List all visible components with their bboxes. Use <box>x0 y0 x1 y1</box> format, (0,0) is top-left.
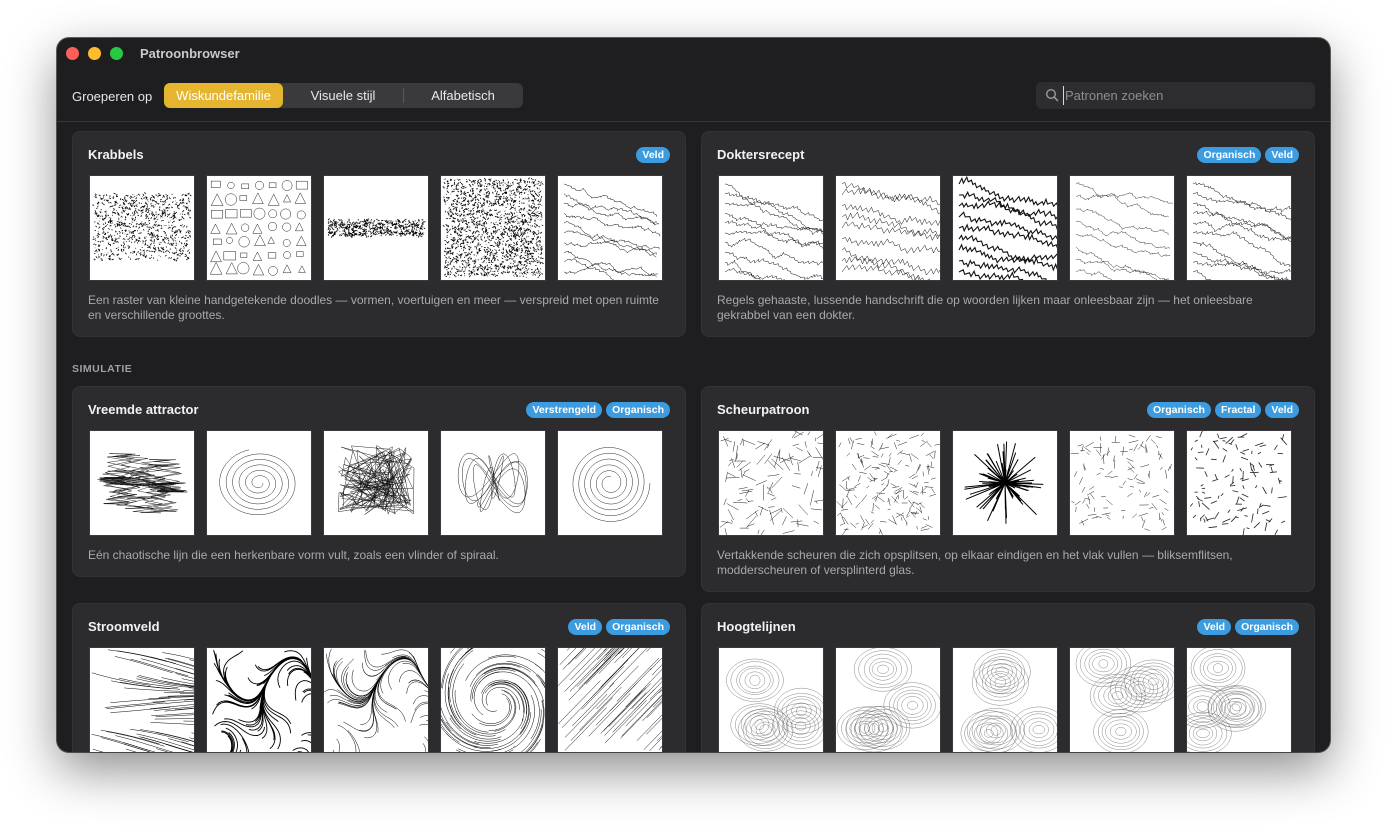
pattern-card-scheurpatroon[interactable]: Scheurpatroon Organisch Fractal Veld Vertakk… <box>701 386 1315 592</box>
search-field[interactable] <box>1036 82 1315 109</box>
pattern-thumbnail[interactable] <box>1069 175 1175 281</box>
segment-visuele-stijl[interactable]: Visuele stijl <box>283 83 403 108</box>
tag-list: Verstrengeld Organisch <box>526 402 670 418</box>
pattern-thumbnail[interactable] <box>440 647 546 752</box>
tag-badge-fractal: Fractal <box>1214 402 1262 418</box>
tag-badge-organisch: Organisch <box>1147 402 1211 418</box>
tag-list: Organisch Veld <box>1197 147 1299 163</box>
pattern-card-hoogtelijnen[interactable]: Hoogtelijnen Veld Organisch <box>701 603 1315 752</box>
pattern-thumbnail[interactable] <box>1186 647 1292 752</box>
search-icon <box>1045 88 1059 102</box>
thumbnail-row <box>718 430 1292 536</box>
pattern-card-stroomveld[interactable]: Stroomveld Veld Organisch <box>72 603 686 752</box>
tag-list: Veld Organisch <box>1197 619 1299 635</box>
pattern-thumbnail[interactable] <box>89 647 195 752</box>
tag-badge-veld: Veld <box>636 147 670 163</box>
tag-badge-veld: Veld <box>568 619 603 635</box>
tag-badge-organisch: Organisch <box>1197 147 1262 163</box>
tag-badge-organisch: Organisch <box>606 402 670 418</box>
tag-list: Veld Organisch <box>568 619 670 635</box>
pattern-thumbnail[interactable] <box>440 175 546 281</box>
section-header-simulatie: SIMULATIE <box>72 363 133 375</box>
card-description: Regels gehaaste, lussende handschrift di… <box>717 293 1253 322</box>
pattern-thumbnail[interactable] <box>557 175 663 281</box>
thumbnail-row <box>89 430 663 536</box>
pattern-list: SIMULATIE Krabbels Veld Een raster van kle… <box>57 123 1330 752</box>
card-description: Een raster van kleine handgetekende dood… <box>88 293 659 322</box>
pattern-thumbnail[interactable] <box>206 430 312 536</box>
card-title: Hoogtelijnen <box>717 619 796 634</box>
pattern-thumbnail[interactable] <box>718 175 824 281</box>
group-by-label: Groeperen op <box>72 89 153 104</box>
pattern-thumbnail[interactable] <box>323 175 429 281</box>
pattern-thumbnail[interactable] <box>440 430 546 536</box>
tag-badge-veld: Veld <box>1265 147 1299 163</box>
pattern-thumbnail[interactable] <box>323 647 429 752</box>
pattern-thumbnail[interactable] <box>835 175 941 281</box>
pattern-thumbnail[interactable] <box>557 647 663 752</box>
pattern-card-doktersrecept[interactable]: Doktersrecept Organisch Veld Regels gehaast… <box>701 131 1315 337</box>
pattern-card-krabbels[interactable]: Krabbels Veld Een raster van kleine handge… <box>72 131 686 337</box>
pattern-thumbnail[interactable] <box>835 430 941 536</box>
pattern-thumbnail[interactable] <box>835 647 941 752</box>
pattern-thumbnail[interactable] <box>1186 175 1292 281</box>
pattern-thumbnail[interactable] <box>952 430 1058 536</box>
pattern-thumbnail[interactable] <box>718 647 824 752</box>
pattern-thumbnail[interactable] <box>557 430 663 536</box>
segment-alfabetisch[interactable]: Alfabetisch <box>403 83 523 108</box>
pattern-thumbnail[interactable] <box>1069 647 1175 752</box>
pattern-thumbnail[interactable] <box>89 430 195 536</box>
toolbar: Groeperen op Wiskundefamilie Visuele sti… <box>57 74 1330 122</box>
minimize-window-button[interactable] <box>88 47 101 60</box>
thumbnail-row <box>89 647 663 752</box>
pattern-thumbnail[interactable] <box>952 647 1058 752</box>
pattern-thumbnail[interactable] <box>952 175 1058 281</box>
window-title: Patroonbrowser <box>140 46 240 61</box>
zoom-window-button[interactable] <box>110 47 123 60</box>
tag-badge-organisch: Organisch <box>606 619 670 635</box>
thumbnail-row <box>718 175 1292 281</box>
tag-list: Veld <box>636 147 670 163</box>
tag-badge-veld: Veld <box>1197 619 1232 635</box>
pattern-thumbnail[interactable] <box>89 175 195 281</box>
thumbnail-row <box>718 647 1292 752</box>
group-by-segmented-control: Wiskundefamilie Visuele stijl Alfabetisc… <box>164 83 523 108</box>
card-description: Eén chaotische lijn die een herkenbare v… <box>88 548 499 562</box>
pattern-thumbnail[interactable] <box>718 430 824 536</box>
pattern-card-vreemde-attractor[interactable]: Vreemde attractor Verstrengeld Organisch Eé… <box>72 386 686 577</box>
close-window-button[interactable] <box>66 47 79 60</box>
pattern-thumbnail[interactable] <box>206 175 312 281</box>
title-bar: Patroonbrowser <box>57 38 1330 70</box>
pattern-thumbnail[interactable] <box>1186 430 1292 536</box>
tag-list: Organisch Fractal Veld <box>1147 402 1299 418</box>
tag-badge-veld: Veld <box>1265 402 1299 418</box>
card-title: Krabbels <box>88 147 144 162</box>
card-title: Stroomveld <box>88 619 160 634</box>
search-input[interactable] <box>1063 86 1303 105</box>
tag-badge-organisch: Organisch <box>1235 619 1299 635</box>
tag-badge-verstrengeld: Verstrengeld <box>526 402 603 418</box>
card-title: Doktersrecept <box>717 147 805 162</box>
segment-wiskundefamilie[interactable]: Wiskundefamilie <box>164 83 283 108</box>
pattern-thumbnail[interactable] <box>206 647 312 752</box>
card-description: Vertakkende scheuren die zich opsplitsen… <box>717 548 1233 577</box>
card-title: Vreemde attractor <box>88 402 199 417</box>
pattern-thumbnail[interactable] <box>323 430 429 536</box>
thumbnail-row <box>89 175 663 281</box>
pattern-thumbnail[interactable] <box>1069 430 1175 536</box>
card-title: Scheurpatroon <box>717 402 810 417</box>
app-window: Patroonbrowser Groeperen op Wiskundefami… <box>57 38 1330 752</box>
